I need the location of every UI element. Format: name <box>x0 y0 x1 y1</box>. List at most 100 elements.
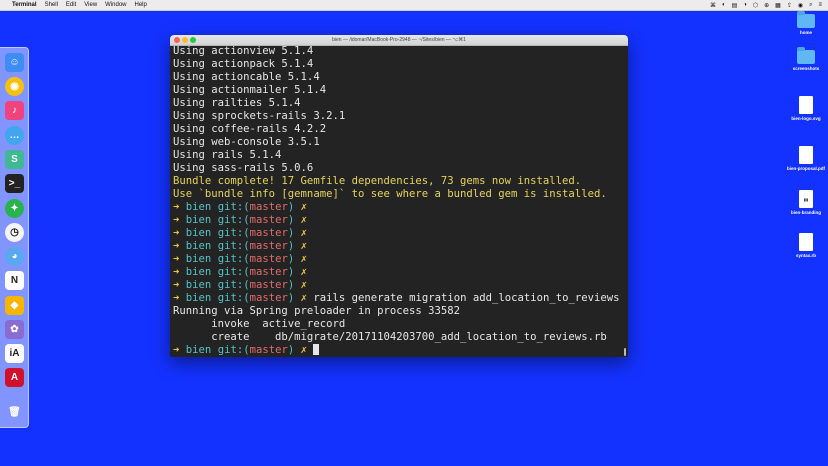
status-item-icon[interactable]: ▤ <box>732 2 738 9</box>
document-icon: ▮▮ <box>799 190 813 208</box>
clock-icon[interactable]: ◷ <box>5 223 24 242</box>
document-icon <box>799 146 813 164</box>
tweetbot-icon[interactable]: ◕ <box>5 247 24 266</box>
status-item-icon[interactable]: ⌕ <box>809 2 812 9</box>
prompt-branch: master <box>249 292 288 304</box>
status-item-icon[interactable]: ▦ <box>775 2 781 9</box>
prompt-git-label: git:( <box>217 344 250 356</box>
terminal-line: ➜ bien git:(master) ✗ <box>173 279 620 292</box>
terminal-line: Using sprockets-rails 3.2.1 <box>173 110 346 122</box>
close-button[interactable] <box>174 37 180 43</box>
folder-icon <box>797 47 815 64</box>
prompt-directory: bien <box>185 279 212 291</box>
desktop-item-label: bien-branding <box>791 210 821 215</box>
prompt-directory: bien <box>185 201 212 213</box>
dirty-marker-icon: ✗ <box>300 214 308 226</box>
dirty-marker-icon: ✗ <box>300 266 308 278</box>
zoom-button[interactable] <box>190 37 196 43</box>
messages-icon[interactable]: … <box>5 126 24 145</box>
status-item-icon[interactable]: ◐ <box>722 2 726 8</box>
menu-terminal[interactable]: Terminal <box>12 2 37 8</box>
palette-icon[interactable]: ✿ <box>5 320 24 339</box>
prompt-branch: master <box>249 227 288 239</box>
prompt-directory: bien <box>185 292 212 304</box>
folder-icon <box>797 11 815 28</box>
terminal-line: ➜ bien git:(master) ✗ <box>173 344 620 357</box>
scrollbar[interactable] <box>624 348 626 356</box>
status-item-icon[interactable]: ≡ <box>818 2 822 8</box>
desktop-folder[interactable]: home <box>781 11 828 35</box>
menu-help[interactable]: Help <box>135 2 147 8</box>
terminal-line: Using actionview 5.1.4 <box>173 45 314 57</box>
chrome-icon[interactable]: ◉ <box>5 77 24 96</box>
dirty-marker-icon: ✗ <box>300 279 308 291</box>
prompt-directory: bien <box>185 344 212 356</box>
terminal-line: Using actioncable 5.1.4 <box>173 71 320 83</box>
prompt-git-label: git:( <box>217 240 250 252</box>
command-text: rails generate migration add_location_to… <box>307 292 620 304</box>
document-icon <box>799 233 813 251</box>
ia-writer-icon[interactable]: iA <box>5 344 24 363</box>
prompt-git-label: git:( <box>217 227 250 239</box>
status-area: ⌘ ◐ ▤ ◑ ⬡ ⊕ ▦ ⇪ ◉ ⌕ ≡ <box>704 2 822 9</box>
desktop-file[interactable]: syntax.rb <box>781 233 828 258</box>
terminal-line: Bundle complete! 17 Gemfile dependencies… <box>173 175 582 187</box>
desktop-file[interactable]: bien-proposal.pdf <box>781 146 828 171</box>
prompt-branch: master <box>249 344 288 356</box>
text-cursor <box>313 344 320 355</box>
prompt-branch: master <box>249 253 288 265</box>
window-title: bien — /idomar/MacBook-Pro-2948 — ~/Site… <box>332 37 466 43</box>
terminal-line: ➜ bien git:(master) ✗ <box>173 253 620 266</box>
terminal-line: ➜ bien git:(master) ✗ <box>173 227 620 240</box>
prompt-directory: bien <box>185 253 212 265</box>
terminal-line: Use `bundle info [gemname]` to see where… <box>173 188 607 200</box>
minimize-button[interactable] <box>182 37 188 43</box>
itunes-icon[interactable]: ♪ <box>5 101 24 120</box>
safari-icon[interactable]: ✦ <box>5 199 24 218</box>
slack-icon[interactable]: S <box>5 150 24 169</box>
menu-view[interactable]: View <box>84 2 97 8</box>
prompt-directory: bien <box>185 214 212 226</box>
desktop-file[interactable]: bien-logo.svg <box>781 96 828 121</box>
sketch-icon[interactable]: ◆ <box>5 296 24 315</box>
status-item-icon[interactable]: ◑ <box>743 2 747 8</box>
terminal-icon[interactable]: >_ <box>5 174 24 193</box>
terminal-line: Using actionpack 5.1.4 <box>173 58 314 70</box>
status-item-icon[interactable]: ⊕ <box>764 2 769 9</box>
dirty-marker-icon: ✗ <box>300 201 308 213</box>
terminal-line: Using railties 5.1.4 <box>173 97 301 109</box>
terminal-output[interactable]: Using actionview 5.1.4 Using actionpack 5… <box>173 45 620 357</box>
prompt-git-label: git:( <box>217 266 250 278</box>
terminal-line: ➜ bien git:(master) ✗ <box>173 266 620 279</box>
prompt-branch: master <box>249 201 288 213</box>
prompt-branch: master <box>249 240 288 252</box>
menu-window[interactable]: Window <box>105 2 126 8</box>
prompt-branch: master <box>249 279 288 291</box>
trash-icon[interactable]: 🗑 <box>5 403 24 422</box>
notion-icon[interactable]: N <box>5 271 24 290</box>
desktop-item-label: bien-proposal.pdf <box>787 166 825 171</box>
status-item-icon[interactable]: ⬡ <box>753 2 758 9</box>
status-item-icon[interactable]: ⌘ <box>710 2 716 9</box>
terminal-line: Using sass-rails 5.0.6 <box>173 162 314 174</box>
menu-shell[interactable]: Shell <box>45 2 58 8</box>
menu-bar: Terminal Shell Edit View Window Help ⌘ ◐ ▤… <box>0 0 828 11</box>
status-item-icon[interactable]: ◉ <box>798 2 803 9</box>
prompt-directory: bien <box>185 227 212 239</box>
desktop-item-label: bien-logo.svg <box>791 116 821 121</box>
dock: ☺ ◉ ♪ … S >_ ✦ ◷ ◕ N ◆ ✿ iA A 🗑 <box>0 47 29 428</box>
finder-icon[interactable]: ☺ <box>5 53 24 72</box>
terminal-line: ➜ bien git:(master) ✗ rails generate mig… <box>173 292 620 305</box>
dirty-marker-icon: ✗ <box>300 253 308 265</box>
terminal-line: Using rails 5.1.4 <box>173 149 282 161</box>
status-item-icon[interactable]: ⇪ <box>787 2 792 9</box>
desktop-file[interactable]: ▮▮ bien-branding <box>781 190 828 215</box>
terminal-window[interactable]: bien — /idomar/MacBook-Pro-2948 — ~/Site… <box>170 35 628 357</box>
prompt-git-label: git:( <box>217 201 250 213</box>
terminal-line: create db/migrate/20171104203700_add_loc… <box>173 331 607 343</box>
acrobat-icon[interactable]: A <box>5 368 24 387</box>
desktop-folder[interactable]: screenshots <box>781 47 828 71</box>
menu-edit[interactable]: Edit <box>66 2 76 8</box>
prompt-git-label: git:( <box>217 292 250 304</box>
terminal-line: ➜ bien git:(master) ✗ <box>173 240 620 253</box>
